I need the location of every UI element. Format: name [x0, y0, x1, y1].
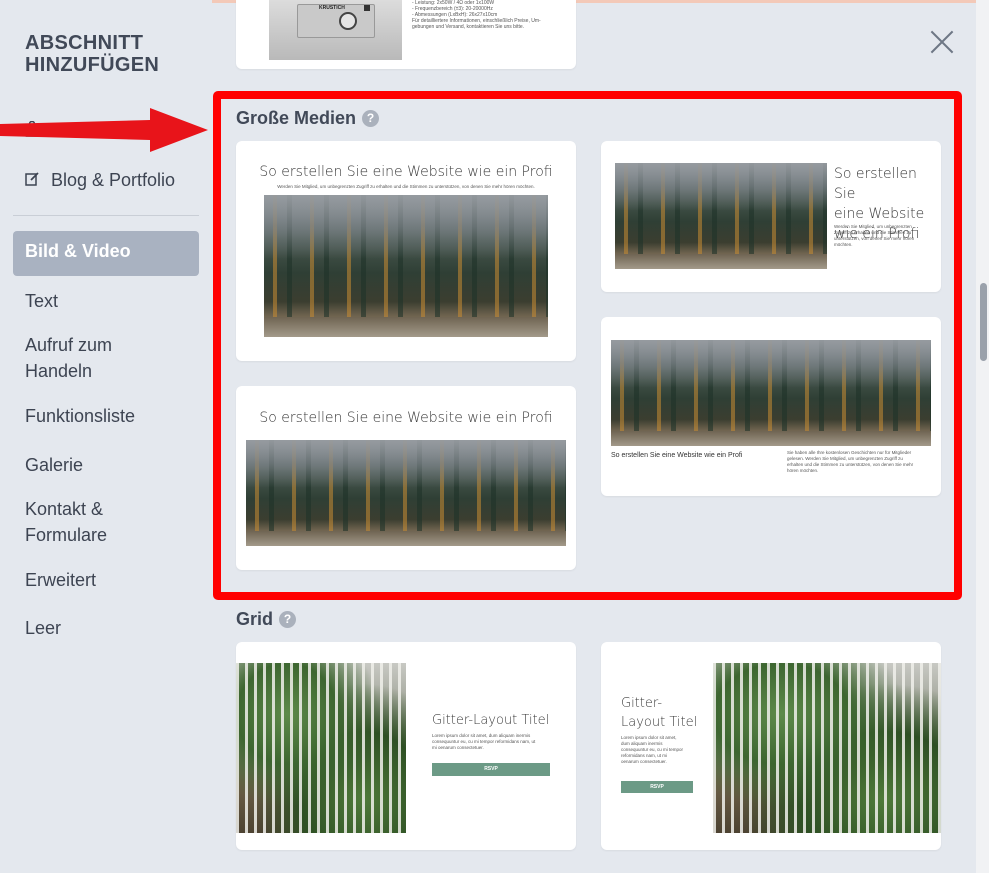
grid-title: Gitter- Layout Titel [621, 694, 697, 732]
product-specs: - Leistung: 2x50W / 4Ω oder 1x100W - Fre… [412, 0, 572, 30]
sidebar-item-label: Text [25, 291, 59, 311]
section-heading-label: Grid [236, 609, 274, 629]
sidebar-item-label-line1: Aufruf zum [25, 335, 113, 355]
sidebar-item-text[interactable]: Text [25, 288, 58, 314]
sidebar-item-label: Blog & Portfolio [51, 170, 176, 190]
patio-image [713, 663, 941, 833]
scrollbar-thumb[interactable] [980, 283, 987, 361]
patio-image [236, 663, 406, 833]
sidebar-divider [13, 215, 199, 216]
sidebar-item-gallery[interactable]: Galerie [25, 452, 83, 478]
sidebar-item-label-line2: Handeln [25, 361, 93, 381]
section-template-card-grid-image-right[interactable]: Gitter- Layout Titel Lorem ipsum dolor s… [601, 642, 941, 850]
sidebar-item-feature-list[interactable]: Funktionsliste [25, 403, 135, 429]
scrollbar-track[interactable] [976, 0, 989, 873]
highlight-frame [213, 91, 962, 600]
sidebar-item-call-to-action[interactable]: Aufruf zum Handeln [25, 332, 112, 384]
grid-body-text: Lorem ipsum dolor sit amet, dum aliquam … [621, 735, 701, 765]
grid-title: Gitter-Layout Titel [432, 713, 550, 728]
grid-body-text: Lorem ipsum dolor sit amet, dum aliquam … [432, 733, 562, 751]
section-heading-grid: Grid? [236, 609, 297, 630]
sidebar-item-label: Leer [25, 618, 62, 638]
rsvp-button[interactable]: RSVP [432, 763, 550, 776]
sidebar-item-empty[interactable]: Leer [25, 615, 61, 641]
sidebar-item-label: Bild & Video [25, 241, 131, 261]
grid-title-line: Gitter- [621, 696, 663, 711]
edit-icon [25, 169, 41, 195]
sidebar-item-contact-forms[interactable]: Kontakt & Formulare [25, 496, 107, 548]
product-brand-label: KRUSTICH [319, 5, 345, 11]
product-image: KRUSTICH [269, 0, 402, 60]
spec-line: gebungen und Versand, kontaktieren Sie u… [412, 24, 525, 30]
help-icon[interactable]: ? [279, 611, 297, 628]
sidebar-item-label: Galerie [25, 455, 84, 475]
body-line: oenarum consectetuer. [621, 759, 667, 764]
rsvp-button[interactable]: RSVP [621, 781, 693, 793]
sidebar-item-blog-portfolio[interactable]: Blog & Portfolio [25, 167, 175, 195]
sidebar-item-image-video[interactable]: Bild & Video [13, 231, 199, 276]
sidebar-item-label: Funktionsliste [25, 406, 136, 426]
panel-title: ABSCHNITT HINZUFÜGEN [25, 32, 159, 76]
annotation-arrow-icon [0, 108, 208, 152]
body-line: mi oenarum consectetuer. [432, 745, 484, 750]
section-template-card-grid-image-left[interactable]: Gitter-Layout Titel Lorem ipsum dolor si… [236, 642, 576, 850]
sidebar-item-advanced[interactable]: Erweitert [25, 567, 96, 593]
sidebar-item-label: Erweitert [25, 570, 97, 590]
close-icon[interactable] [928, 28, 956, 56]
panel-title-line2: HINZUFÜGEN [25, 54, 160, 76]
sidebar-item-label-line1: Kontakt & [25, 499, 104, 519]
panel-title-line1: ABSCHNITT [25, 32, 144, 54]
sidebar-item-label-line2: Formulare [25, 525, 108, 545]
grid-title-line: Layout Titel [621, 715, 698, 730]
section-template-card-product[interactable]: KRUSTICH - Leistung: 2x50W / 4Ω oder 1x1… [236, 0, 576, 69]
